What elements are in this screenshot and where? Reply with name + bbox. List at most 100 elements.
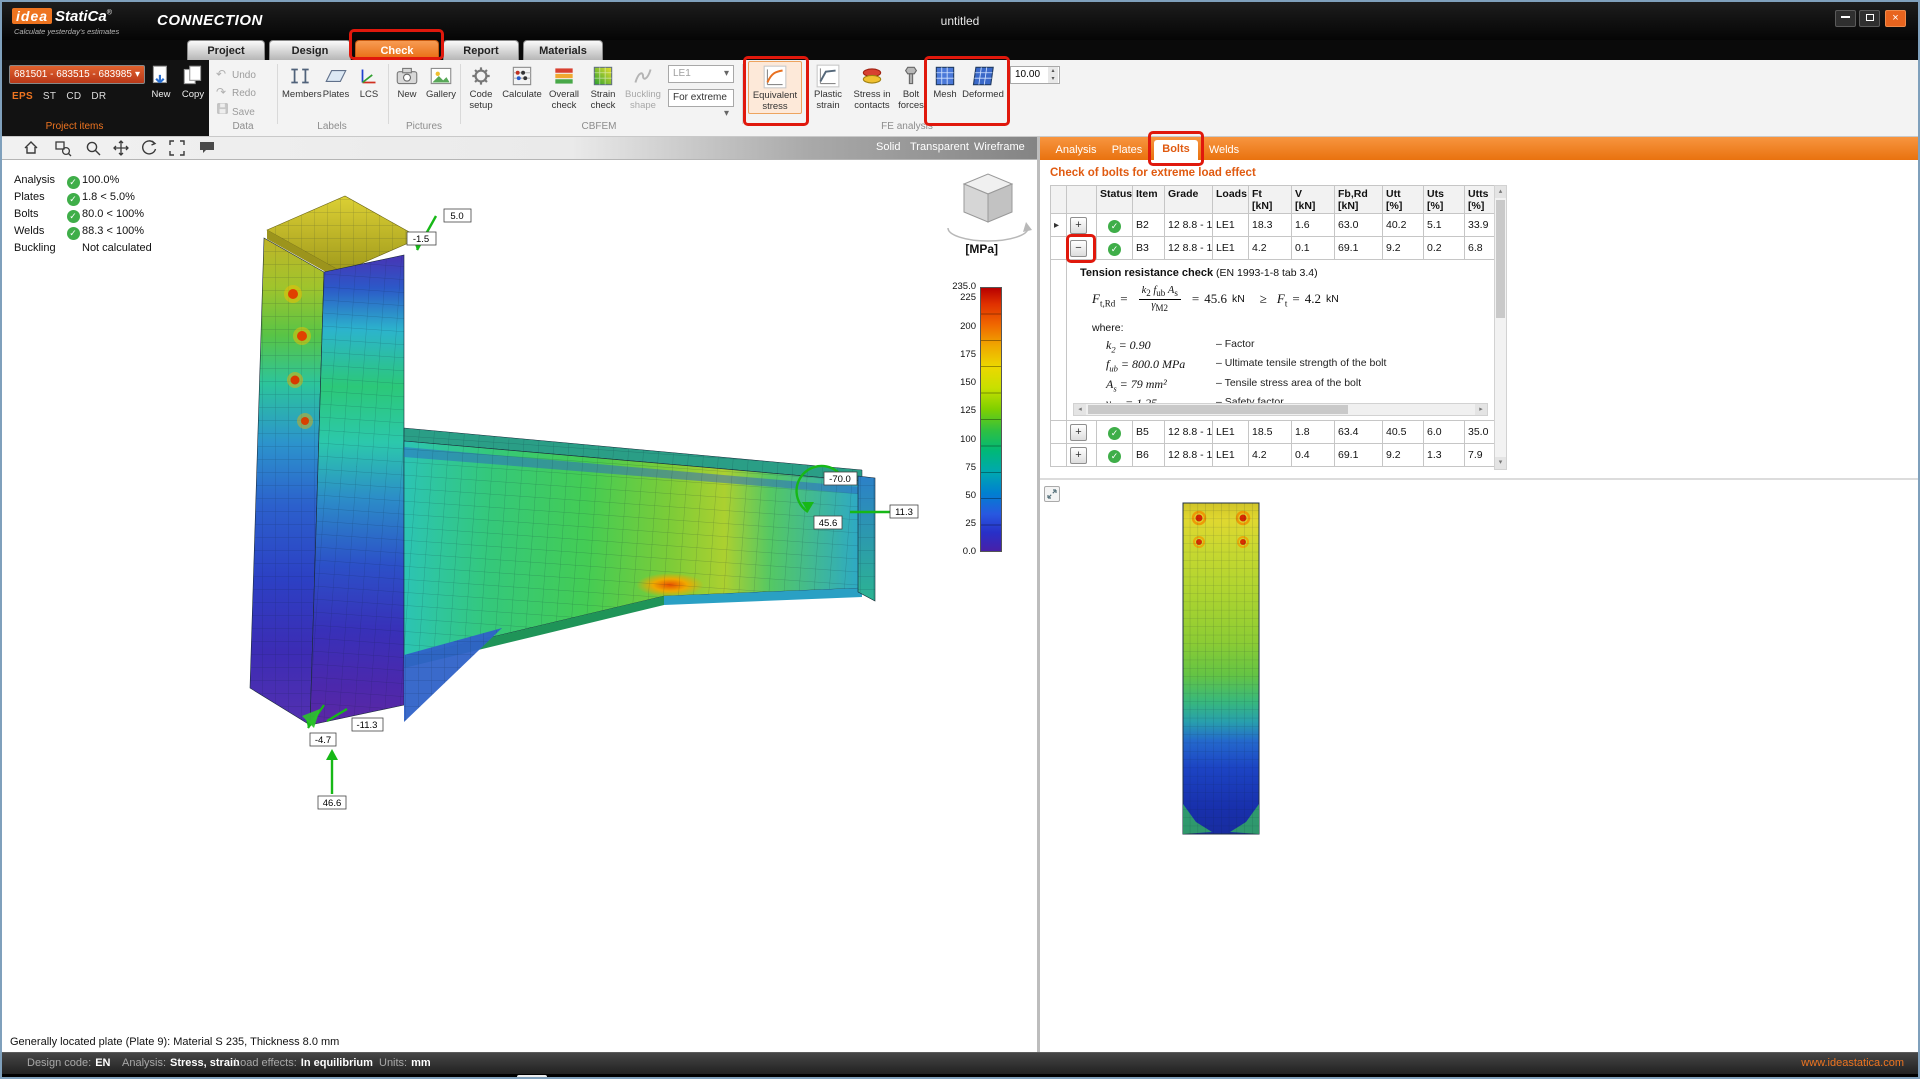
redo-button[interactable]: ↷Redo — [216, 84, 256, 100]
new-project-button[interactable]: New — [146, 63, 176, 101]
scrollbar-thumb[interactable] — [1496, 200, 1505, 318]
overall-check-icon — [551, 63, 577, 89]
expand-row-button[interactable]: + — [1070, 447, 1087, 464]
maximize-button[interactable] — [1859, 10, 1880, 27]
tab-project[interactable]: Project — [187, 40, 265, 60]
tab-check[interactable]: Check — [355, 40, 439, 60]
status-ok-icon: ✓ — [1108, 243, 1121, 256]
zoom-button[interactable] — [84, 139, 104, 158]
code-setup-button[interactable]: Code setup — [462, 63, 500, 111]
labels-lcs-button[interactable]: LCS — [354, 63, 384, 101]
view-mode-solid[interactable]: Solid — [876, 141, 900, 153]
bolt-forces-button[interactable]: Bolt forces — [896, 63, 926, 111]
mode-st[interactable]: ST — [43, 91, 56, 102]
rotate-button[interactable] — [140, 139, 160, 158]
table-row-b2[interactable]: ▸ + ✓ B2 12 8.8 - 1 LE1 18.3 1.6 63.0 40… — [1051, 214, 1495, 237]
scroll-down-icon[interactable]: ▾ — [1495, 457, 1506, 469]
labels-plates-button[interactable]: Plates — [320, 63, 352, 101]
viewport-toolbar: Solid Transparent Wireframe — [2, 137, 1037, 160]
scroll-right-icon[interactable]: ▸ — [1475, 404, 1487, 415]
load-label: -70.0 — [829, 474, 851, 485]
scroll-up-icon[interactable]: ▴ — [1495, 186, 1506, 198]
fit-view-button[interactable] — [168, 139, 188, 158]
copy-icon — [180, 63, 206, 89]
close-button[interactable]: × — [1885, 10, 1906, 27]
new-project-icon — [148, 63, 174, 89]
collapse-row-button[interactable]: − — [1070, 240, 1087, 257]
deformed-button[interactable]: Deformed — [962, 63, 1004, 101]
tab-report[interactable]: Report — [443, 40, 519, 60]
undo-icon: ↶ — [216, 66, 232, 82]
tab-materials[interactable]: Materials — [523, 40, 603, 60]
home-icon — [22, 139, 40, 157]
minimize-button[interactable] — [1835, 10, 1856, 27]
deformed-scale-spinner[interactable]: 10.00 ▴ ▾ — [1010, 66, 1060, 84]
gallery-button[interactable]: Gallery — [424, 63, 458, 101]
col-ft: Ft[kN] — [1249, 186, 1292, 214]
scrollbar-thumb[interactable] — [1088, 405, 1348, 414]
where-line: fub = 800.0 MPa– Ultimate tensile streng… — [1106, 357, 1485, 373]
scroll-left-icon[interactable]: ◂ — [1074, 404, 1086, 415]
view-mode-wireframe[interactable]: Wireframe — [974, 141, 1025, 153]
app-logo: ideaStatiCa® — [12, 8, 112, 26]
website-link[interactable]: www.ideastatica.com — [1801, 1057, 1904, 1069]
load-label: -4.7 — [315, 735, 331, 746]
strain-check-button[interactable]: Strain check — [586, 63, 620, 111]
results-tab-bolts[interactable]: Bolts — [1154, 140, 1198, 160]
summary-row-plates: Plates✓1.8 < 5.0% — [14, 189, 135, 206]
divider — [388, 64, 389, 124]
mesh-button[interactable]: Mesh — [930, 63, 960, 101]
pan-button[interactable] — [112, 139, 132, 158]
col-item: Item — [1133, 186, 1165, 214]
view-mode-transparent[interactable]: Transparent — [910, 141, 969, 153]
extreme-select[interactable]: For extreme▾ — [668, 89, 734, 107]
summary-row-welds: Welds✓88.3 < 100% — [14, 223, 144, 240]
table-row-b6[interactable]: + ✓ B6 12 8.8 - 1 LE1 4.2 0.4 69.1 9.2 1… — [1051, 444, 1495, 467]
results-panel: Analysis Plates Bolts Welds Check of bol… — [1040, 137, 1920, 1052]
spinner-up-icon[interactable]: ▴ — [1048, 67, 1058, 75]
equivalent-stress-icon — [762, 64, 788, 90]
labels-members-button[interactable]: Members — [282, 63, 318, 101]
buckling-shape-icon — [630, 63, 656, 89]
results-tab-plates[interactable]: Plates — [1104, 141, 1150, 160]
copy-project-button[interactable]: Copy — [178, 63, 208, 101]
equivalent-stress-button[interactable]: Equivalent stress — [748, 61, 802, 114]
logo-idea: idea — [12, 8, 52, 24]
undo-button[interactable]: ↶Undo — [216, 66, 256, 82]
expand-preview-button[interactable] — [1044, 486, 1060, 502]
detail-horizontal-scrollbar[interactable]: ◂ ▸ — [1073, 403, 1488, 416]
picture-new-button[interactable]: New — [392, 63, 422, 101]
status-bar: Design code:EN Analysis:Stress, strain L… — [2, 1052, 1918, 1074]
zoom-window-button[interactable] — [54, 139, 74, 158]
save-button[interactable]: Save — [216, 102, 255, 118]
expand-row-button[interactable]: + — [1070, 424, 1087, 441]
project-selector[interactable]: 681501 - 683515 - 683985▾ — [9, 65, 145, 84]
panel-section-divider[interactable] — [1040, 478, 1920, 480]
load-case-select[interactable]: LE1▾ — [668, 65, 734, 83]
results-tab-welds[interactable]: Welds — [1202, 141, 1246, 160]
results-tab-analysis[interactable]: Analysis — [1048, 141, 1104, 160]
abacus-icon — [509, 63, 535, 89]
table-vertical-scrollbar[interactable]: ▴ ▾ — [1494, 185, 1507, 470]
mode-cd[interactable]: CD — [66, 91, 81, 102]
taskbar-nub — [517, 1075, 547, 1079]
expand-row-button[interactable]: + — [1070, 217, 1087, 234]
table-row-b3[interactable]: − ✓ B3 12 8.8 - 1 LE1 4.2 0.1 69.1 9.2 0… — [1051, 237, 1495, 260]
spinner-down-icon[interactable]: ▾ — [1048, 75, 1058, 83]
status-ok-icon: ✓ — [1108, 450, 1121, 463]
plastic-strain-button[interactable]: Plastic strain — [808, 63, 848, 111]
comment-button[interactable] — [198, 139, 218, 158]
overall-check-button[interactable]: Overall check — [544, 63, 584, 111]
table-row-b5[interactable]: + ✓ B5 12 8.8 - 1 LE1 18.5 1.8 63.4 40.5… — [1051, 421, 1495, 444]
tab-design[interactable]: Design — [269, 40, 351, 60]
col-v: V[kN] — [1292, 186, 1335, 214]
stress-in-contacts-button[interactable]: Stress in contacts — [850, 63, 894, 111]
results-tab-bar: Analysis Plates Bolts Welds — [1040, 137, 1920, 160]
calculate-button[interactable]: Calculate — [502, 63, 542, 101]
mode-eps[interactable]: EPS — [12, 91, 33, 102]
home-view-button[interactable] — [22, 139, 42, 158]
buckling-shape-button[interactable]: Buckling shape — [622, 63, 664, 111]
mode-dr[interactable]: DR — [91, 91, 106, 102]
close-icon: × — [1892, 12, 1898, 24]
rotate-icon — [140, 139, 158, 157]
